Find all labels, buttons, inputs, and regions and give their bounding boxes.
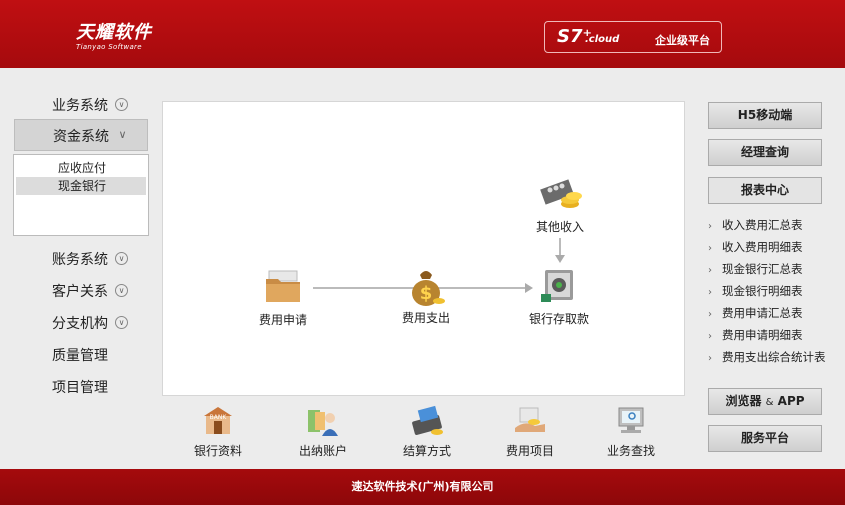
quick-link-bar: BANK 银行资料 出纳账户 结算方式 费用项目 业务查找	[162, 398, 685, 466]
app-footer: 速达软件技术(广州)有限公司	[0, 469, 845, 505]
report-center-header: 报表中心	[708, 177, 822, 204]
chevron-right-icon: ›	[708, 221, 712, 232]
service-platform-button[interactable]: 服务平台	[708, 425, 822, 452]
coin-hand-icon	[512, 404, 548, 438]
browser-app-button[interactable]: 浏览器 & APP	[708, 388, 822, 415]
nav-item-label: 客户关系	[52, 284, 108, 300]
bank-icon: BANK	[200, 404, 236, 438]
folder-icon	[263, 267, 303, 307]
nav-item-label: 资金系统	[53, 129, 109, 145]
safe-icon	[539, 266, 579, 306]
h5-mobile-button[interactable]: H5移动端	[708, 102, 822, 129]
quick-link-business-search[interactable]: 业务查找	[591, 404, 671, 459]
report-link[interactable]: › 收入费用汇总表	[708, 217, 838, 233]
quick-link-cashier-account[interactable]: 出纳账户	[283, 404, 363, 459]
chevron-double-down-icon: ∨	[115, 98, 128, 111]
nav-item-funds[interactable]: 资金系统 ∨	[14, 119, 148, 151]
sub-item-receivable-payable[interactable]: 应收应付	[16, 159, 146, 177]
flow-node-label: 其他收入	[535, 220, 584, 234]
cashier-icon	[305, 404, 341, 438]
quick-link-bank-info[interactable]: BANK 银行资料	[178, 404, 258, 459]
browser-button-main: 浏览器	[725, 394, 762, 408]
sub-item-cash-bank[interactable]: 现金银行	[16, 177, 146, 195]
browser-button-app: APP	[777, 394, 805, 408]
report-link[interactable]: › 收入费用明细表	[708, 239, 838, 255]
chevron-right-icon: ›	[708, 353, 712, 364]
logo-main-text: 天耀软件	[76, 22, 152, 43]
chevron-right-icon: ›	[708, 309, 712, 320]
nav-item-business[interactable]: 业务系统 ∨	[14, 89, 148, 119]
flow-arrow-vertical	[559, 238, 561, 256]
flow-canvas: 费用申请 $ 费用支出 其他收入 银行存取款	[162, 101, 685, 396]
quick-link-label: 银行资料	[193, 444, 242, 458]
nav-item-label: 账务系统	[52, 252, 108, 268]
browser-button-amp: &	[765, 397, 774, 408]
chevron-right-icon: ›	[708, 287, 712, 298]
nav-item-crm[interactable]: 客户关系 ∨	[14, 275, 148, 305]
chevron-right-icon: ›	[708, 331, 712, 342]
nav-item-quality[interactable]: 质量管理	[14, 339, 148, 369]
chevron-double-down-icon: ∨	[115, 316, 128, 329]
quick-link-label: 费用项目	[505, 444, 554, 458]
chevron-double-down-icon: ∨	[115, 252, 128, 265]
quick-link-expense-item[interactable]: 费用项目	[490, 404, 570, 459]
nav-item-projects[interactable]: 项目管理	[14, 371, 148, 401]
abacus-coins-icon	[540, 174, 582, 214]
flow-node-expense-request[interactable]: 费用申请	[243, 267, 323, 328]
quick-link-label: 出纳账户	[298, 444, 347, 458]
quick-link-label: 结算方式	[402, 444, 451, 458]
report-link[interactable]: › 费用申请明细表	[708, 327, 838, 343]
svg-text:BANK: BANK	[210, 414, 228, 421]
quick-link-label: 业务查找	[606, 444, 655, 458]
nav-item-label: 分支机构	[52, 316, 108, 332]
tianyao-logo: 天耀软件 Tianyao Software	[76, 18, 152, 51]
report-link[interactable]: › 现金银行汇总表	[708, 261, 838, 277]
monitor-search-icon	[613, 404, 649, 438]
brand-platform: 企业级平台	[655, 34, 710, 47]
nav-item-branches[interactable]: 分支机构 ∨	[14, 307, 148, 337]
brand-cloud: .cloud	[585, 34, 620, 45]
chevron-double-down-icon: ∨	[118, 128, 127, 141]
quick-link-settlement-method[interactable]: 结算方式	[387, 404, 467, 459]
chevron-right-icon: ›	[708, 265, 712, 276]
nav-item-label: 项目管理	[52, 380, 108, 396]
s7-cloud-brand: S7⁺ .cloud 企业级平台	[544, 21, 722, 53]
nav-item-label: 业务系统	[52, 98, 108, 114]
flow-node-label: 银行存取款	[528, 312, 589, 326]
arrow-down-icon	[555, 255, 565, 263]
money-bag-icon: $	[406, 265, 446, 306]
report-link[interactable]: › 费用支出综合统计表	[708, 349, 838, 365]
flow-node-other-income[interactable]: 其他收入	[520, 174, 600, 235]
nav-item-label: 质量管理	[52, 348, 108, 364]
funds-subpanel: 应收应付 现金银行	[13, 154, 149, 236]
chevron-double-down-icon: ∨	[115, 284, 128, 297]
flow-node-expense-payment[interactable]: $ 费用支出	[386, 265, 466, 326]
logo-sub-text: Tianyao Software	[76, 43, 142, 51]
svg-text:$: $	[420, 283, 433, 304]
card-reader-icon	[409, 404, 445, 438]
flow-node-label: 费用申请	[258, 313, 307, 327]
flow-node-bank-deposit-withdraw[interactable]: 银行存取款	[519, 266, 599, 327]
nav-item-accounting[interactable]: 账务系统 ∨	[14, 243, 148, 273]
flow-node-label: 费用支出	[401, 311, 450, 325]
app-header: 天耀软件 Tianyao Software S7⁺ .cloud 企业级平台	[0, 0, 845, 68]
chevron-right-icon: ›	[708, 243, 712, 254]
report-link[interactable]: › 费用申请汇总表	[708, 305, 838, 321]
manager-query-button[interactable]: 经理查询	[708, 139, 822, 166]
report-link[interactable]: › 现金银行明细表	[708, 283, 838, 299]
